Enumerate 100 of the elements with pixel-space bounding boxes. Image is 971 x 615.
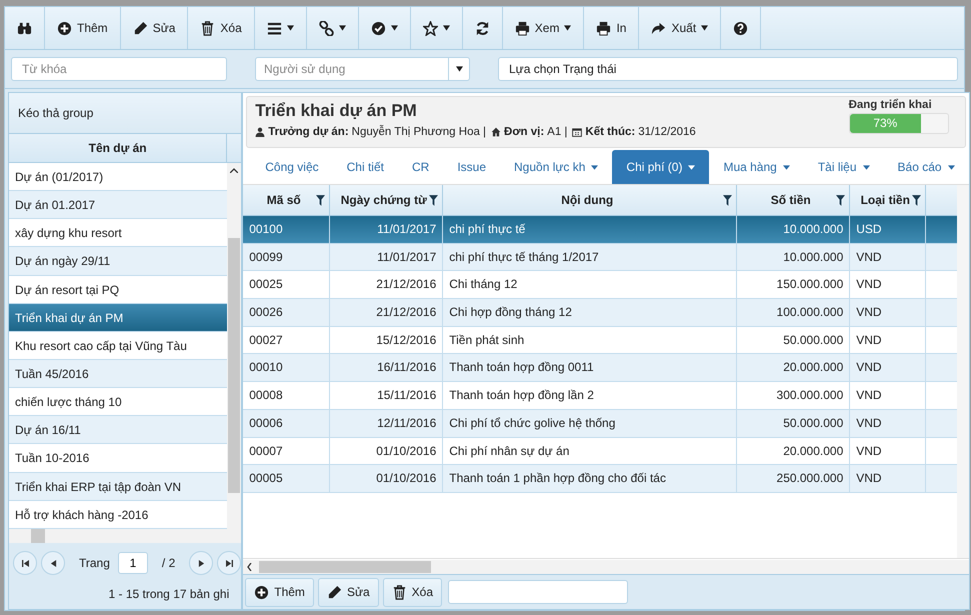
pencil-icon [326, 584, 342, 600]
trash-icon [392, 584, 407, 600]
previous-page-button[interactable] [41, 551, 65, 575]
filter-icon[interactable] [316, 194, 326, 206]
table-cell: VND [850, 382, 926, 409]
filter-icon[interactable] [836, 194, 846, 206]
tab[interactable]: Nguồn lực kh [500, 150, 612, 184]
check-circle-icon [370, 20, 386, 36]
table-cell: Thanh toán hợp đồng 0011 [443, 354, 738, 382]
column-header[interactable]: Mã số [243, 185, 330, 215]
project-item[interactable]: Dự án 01.2017 [9, 191, 228, 220]
caret-icon [390, 25, 398, 31]
page-field[interactable]: 1 [118, 552, 148, 574]
table-cell: Thanh toán 1 phần hợp đồng cho đối tác [443, 465, 738, 492]
toolbar-button[interactable]: Xóa [382, 578, 442, 606]
tab[interactable]: Công việc [251, 150, 333, 184]
table-cell: 250.000.000 [737, 465, 850, 492]
triangle-left-icon [50, 560, 56, 566]
table-cell: 100.000.000 [737, 299, 850, 326]
toolbar-button[interactable]: Thêm [245, 578, 314, 606]
table-cell: chi phí thực tế [443, 216, 738, 243]
table-cell: 15/12/2016 [330, 326, 444, 354]
table-row[interactable]: 00100 11/01/2017 chi phí thực tế 10.000.000 USD [243, 216, 957, 244]
table-cell: 00100 [243, 216, 330, 243]
table-cell: 20.000.000 [737, 354, 850, 382]
toolbar-button[interactable]: Thêm [45, 7, 121, 49]
meta-label: Trưởng dự án: [268, 126, 349, 138]
table-cell: 01/10/2016 [330, 438, 444, 464]
table-cell: 20.000.000 [737, 438, 850, 464]
caret-icon [286, 25, 294, 31]
tab[interactable]: Chi phí (0) [612, 150, 710, 184]
link-icon [318, 20, 334, 36]
menu-icon [266, 20, 282, 36]
star-icon [422, 20, 438, 36]
project-item[interactable]: Triển khai dự án PM [9, 304, 228, 332]
table-cell: 01/10/2016 [330, 465, 444, 492]
status-field[interactable]: Lựa chọn Trạng thái [498, 57, 958, 81]
progress-reading: 73% [872, 116, 898, 130]
scroll-left-icon[interactable] [247, 563, 252, 571]
help-icon [733, 20, 748, 36]
table-row[interactable]: 00099 11/01/2017 chi phí thực tế tháng 1/2017 10.000.000 VND [243, 244, 957, 272]
user-icon [255, 127, 266, 137]
table-row[interactable]: 00010 16/11/2016 Thanh toán hợp đồng 0011 20.000.000 VND [243, 354, 957, 382]
table-cell: Chi phí tổ chức golive hệ thống [443, 410, 738, 436]
scroll-up-icon[interactable] [230, 168, 238, 173]
printer-icon [596, 20, 612, 36]
input-field[interactable] [448, 580, 628, 604]
tab[interactable]: Issue [443, 150, 500, 184]
first-page-icon [22, 560, 28, 566]
tab[interactable]: Báo cáo [884, 150, 969, 184]
table-row[interactable]: 00026 21/12/2016 Chi hợp đồng tháng 12 100.000.000 VND [243, 299, 957, 327]
horizontal-scrollbar[interactable] [243, 560, 969, 574]
project-item[interactable]: Dự án ngày 29/11 [9, 247, 228, 276]
table-cell: Chi phí nhân sự dự án [443, 438, 738, 464]
first-page-button[interactable] [13, 551, 37, 575]
project-item[interactable]: Dự án 16/11 [9, 416, 228, 444]
toolbar-button[interactable]: Sửa [318, 578, 379, 606]
filter-icon[interactable] [723, 194, 732, 206]
toolbar-button[interactable]: Xuất [639, 7, 722, 49]
meta-value: 31/12/2016 [638, 126, 696, 138]
filter-icon[interactable] [429, 194, 438, 206]
refresh-icon [474, 20, 490, 36]
table-row[interactable]: 00006 12/11/2016 Chi phí tổ chức golive hệ thống 50.000.000 VND [243, 410, 957, 438]
filter-icon[interactable] [912, 194, 922, 206]
table-cell: 00026 [243, 299, 330, 326]
toolbar-button[interactable]: Xóa [188, 7, 255, 49]
scrollbar[interactable] [227, 163, 242, 529]
caret-icon [782, 164, 790, 170]
keyword-field[interactable]: Từ khóa [11, 57, 227, 81]
table-row[interactable]: 00005 01/10/2016 Thanh toán 1 phần hợp đồng cho đối tác 250.000.000 VND [243, 465, 957, 493]
caret-icon [688, 164, 696, 170]
toolbar-button[interactable]: Xem [502, 7, 584, 49]
table-cell: VND [850, 354, 926, 382]
project-item[interactable]: Triển khai ERP tại tập đoàn VN [9, 472, 228, 501]
toolbar-button[interactable]: Sửa [120, 7, 188, 49]
table-cell: 11/01/2017 [330, 216, 444, 243]
project-item[interactable]: Tuần 45/2016 [9, 360, 228, 388]
user-select[interactable]: Người sử dụng [255, 57, 470, 81]
tab[interactable]: Tài liệu [804, 150, 884, 184]
table-cell: 00025 [243, 271, 330, 298]
horizontal-scrollbar[interactable] [9, 529, 242, 543]
scrollbar[interactable] [956, 185, 969, 558]
tab[interactable]: CR [398, 150, 444, 184]
toolbar-button[interactable]: In [584, 7, 640, 49]
next-page-button[interactable] [189, 551, 214, 575]
column-header[interactable]: Số tiền [737, 185, 850, 215]
column-header[interactable]: Loại tiền [850, 185, 926, 215]
table-cell: 00008 [243, 382, 330, 409]
table-cell: USD [850, 216, 926, 243]
last-page-button[interactable] [217, 551, 242, 575]
tab[interactable]: Chi tiết [332, 150, 398, 184]
tab[interactable]: Mua hàng [709, 150, 804, 184]
column-header[interactable]: Nội dung [443, 185, 738, 215]
table-cell: 00099 [243, 244, 330, 270]
column-header[interactable]: Ngày chứng từ [330, 185, 444, 215]
table-cell: 21/12/2016 [330, 299, 444, 326]
table-cell: 300.000.000 [737, 382, 850, 409]
caret-icon [442, 25, 450, 31]
caret-icon [701, 25, 708, 31]
user-input[interactable]: Người sử dụng [256, 58, 448, 80]
